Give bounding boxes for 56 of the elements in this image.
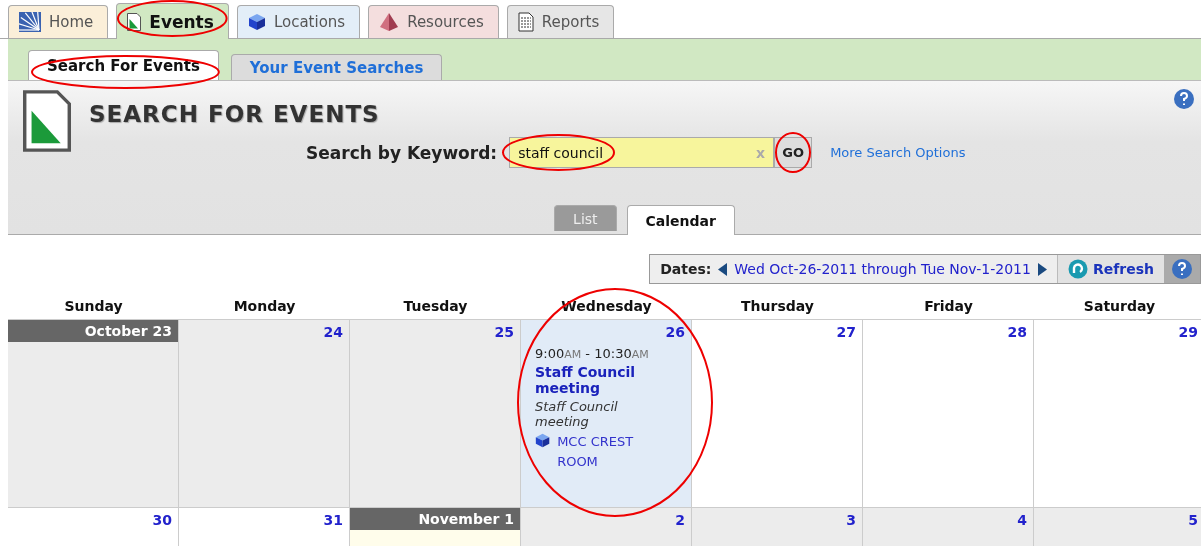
month-day-label: November 1 xyxy=(350,508,520,530)
refresh-icon xyxy=(1067,259,1088,279)
day-number[interactable]: 4 xyxy=(863,508,1033,528)
search-label: Search by Keyword: xyxy=(306,142,498,163)
previous-arrow-icon[interactable] xyxy=(718,262,728,276)
event-description: Staff Council meeting xyxy=(535,399,619,429)
day-number[interactable]: 25 xyxy=(350,320,520,340)
day-number[interactable]: 26 xyxy=(521,320,691,340)
help-icon[interactable] xyxy=(1171,258,1193,280)
sub-tab[interactable]: Your Event Searches xyxy=(230,54,443,80)
date-range[interactable]: Wed Oct-26-2011 through Tue Nov-1-2011 xyxy=(734,261,1031,277)
day-cell[interactable]: 28 xyxy=(863,320,1034,508)
sub-tab[interactable]: Search For Events xyxy=(28,50,219,80)
event-time: 9:00AM - 10:30AM xyxy=(535,346,650,361)
document-icon xyxy=(127,12,142,31)
day-cell[interactable]: 3 xyxy=(692,508,863,546)
day-number[interactable]: 29 xyxy=(1034,320,1201,340)
day-cell[interactable]: 4 xyxy=(863,508,1034,546)
day-number[interactable]: 3 xyxy=(692,508,862,528)
document-icon xyxy=(517,12,534,32)
day-number[interactable]: 30 xyxy=(8,508,178,528)
day-cell[interactable]: 2 xyxy=(521,508,692,546)
pyramid-icon xyxy=(379,13,400,31)
month-day-label: October 23 xyxy=(8,320,178,342)
cube-icon xyxy=(247,13,266,31)
nav-tab[interactable]: Resources xyxy=(368,5,499,38)
day-cell[interactable]: 26 9:00AM - 10:30AM Staff Council meeting Staff Council meeting MCC CREST ROOM xyxy=(521,320,692,508)
day-number[interactable]: 28 xyxy=(863,320,1033,340)
day-cell[interactable]: 24 xyxy=(179,320,350,508)
day-cell[interactable]: October 23 xyxy=(8,320,179,508)
next-arrow-icon[interactable] xyxy=(1037,262,1047,276)
event-title-link[interactable]: Staff Council meeting xyxy=(535,364,655,396)
nav-tab[interactable]: Home xyxy=(8,5,109,38)
day-number[interactable]: 5 xyxy=(1034,508,1201,528)
nav-tab[interactable]: Reports xyxy=(506,5,615,38)
day-number[interactable]: 31 xyxy=(179,508,349,528)
day-number[interactable]: 2 xyxy=(521,508,691,528)
keyword-field[interactable]: staff council x xyxy=(509,137,775,168)
help-icon[interactable] xyxy=(1173,88,1195,110)
day-number[interactable]: 24 xyxy=(179,320,349,340)
refresh-button[interactable]: Refresh xyxy=(1056,255,1164,283)
page-title: SEARCH FOR EVENTS xyxy=(89,101,380,127)
sunburst-icon xyxy=(19,12,41,32)
day-cell[interactable]: 25 xyxy=(350,320,521,508)
cube-icon xyxy=(535,432,551,449)
day-number[interactable]: 27 xyxy=(692,320,862,340)
nav-tab[interactable]: Locations xyxy=(236,5,361,38)
document-icon xyxy=(23,89,71,153)
location-link[interactable]: MCC CREST ROOM xyxy=(557,432,655,472)
more-search-options-link[interactable]: More Search Options xyxy=(830,145,966,160)
day-cell[interactable]: 5 xyxy=(1034,508,1201,546)
dates-label: Dates: xyxy=(660,261,712,277)
view-tab[interactable]: Calendar xyxy=(626,205,735,235)
day-cell[interactable]: 27 xyxy=(692,320,863,508)
day-cell[interactable]: November 1 xyxy=(350,508,521,546)
nav-tab[interactable]: Events xyxy=(116,3,229,39)
